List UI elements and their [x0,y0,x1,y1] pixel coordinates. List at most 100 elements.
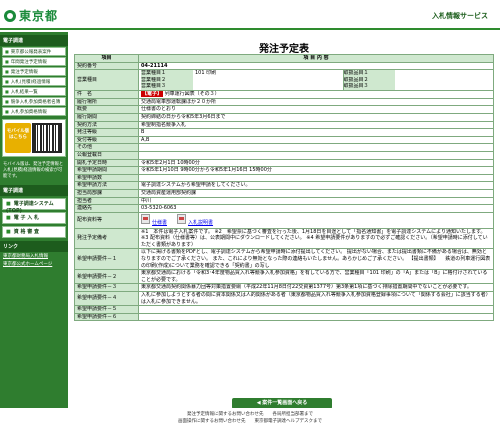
mobile-box: モバイル版 はこちら [2,119,66,157]
row-label: 希望申請要件－４ [74,291,139,307]
sidebar-item-order-plan[interactable]: 発注予定情報 [2,67,66,76]
req2-value: 東京都交通局における「令和3･4年度物品買入れ等競争入札参加資格」を有している方… [138,269,494,285]
req5-value [138,305,494,314]
biz3-label: 営業種目３ [141,83,193,90]
period-value: 契約締結の日から令和5年3月6日まで [138,112,494,122]
sidebar-section-title-2: 電子調達 [0,185,68,196]
doc-spec-link[interactable]: 仕様書 [152,220,167,226]
biz1-label: 営業種目１ [141,70,193,77]
req1-value: 以下に掲げる書類をPDFとし、電子調達システムから希望申請時に添付提出してくださ… [138,248,494,271]
row-label: 営業種目 [74,69,139,92]
row-label: その他 [74,143,139,152]
table-row: 公報登載日 [74,150,494,160]
row-label: 希望申請期間 [74,166,139,175]
table-row: 発注等級 B [74,128,494,137]
row-label: 公報登載日 [74,150,139,160]
table-row: その他 [74,143,494,152]
doc-spec[interactable]: 仕様書 [141,213,167,227]
electronic-tag: 【電子】 [141,91,164,98]
table-row: 発注予定備考 ※1 本件は電子入札案件です。 ※2 希望票に基づく審査を行った後、… [74,227,494,250]
sidebar-item-gazette[interactable]: 東京都公報発表案件 [2,47,66,56]
notice-date-value [138,150,494,160]
logo-text: 東京都 [19,9,59,23]
main-content: 発注予定表 項目 項 目 内 容 契約番号 04-21114 営業種目 営業種目… [72,32,496,440]
project-name: 列車運行図表（その３） [164,91,220,98]
table-row: 履行場所 交通局電車部運転課ほか２０か所 [74,97,494,107]
row-label: 希望申請要件－６ [74,312,139,322]
tel-value: 03-5320-6063 [138,204,494,213]
req3-value: 東京都交通局契約関係暴力団等対策措置要綱（平成22年11月8日付22交資第137… [138,283,494,293]
row-label: 配布資料等 [74,211,139,229]
link-tokyo-official[interactable]: 東京都公式ホームページ [0,260,68,268]
row-label: 履行場所 [74,97,139,107]
row-label: 概要 [74,105,139,114]
e-procurement-top-button[interactable]: 電子調達システム(TOP) [2,198,66,214]
table-row: 配布資料等 仕様書 入札説明書 [74,211,494,229]
mobile-version-button[interactable]: モバイル版 はこちら [5,123,31,153]
business-type-subtable: 営業種目１ 101 印刷 取扱品目１ 営業種目２ 取扱品目２ 営業種目３ 取扱品… [141,70,493,90]
grade1-value [395,71,493,77]
table-row: 希望申請方法 電子調達システムから希望申請をしてください。 [74,181,494,190]
biz3-value [193,83,343,89]
sidebar-item-bid-progress[interactable]: 入札(見積)経過情報 [2,77,66,86]
grade2-value [395,77,493,84]
doc-explain[interactable]: 入札説明書 [177,213,213,227]
biz2-label: 営業種目２ [141,76,193,84]
sidebar: 電子調達 東京都公報発表案件 年間発注予定情報 発注予定情報 入札(見積)経過情… [0,32,68,440]
table-row: 希望申請数 [74,173,494,183]
publish-value: 令和5年2月1日 10時00分 [138,158,494,168]
sidebar-item-annual-plan[interactable]: 年間発注予定情報 [2,57,66,66]
row-label: 契約方法 [74,120,139,130]
grade1-label: 取扱品目１ [342,70,395,77]
doc-explain-link[interactable]: 入札説明書 [188,220,213,226]
sidebar-item-qualification-info[interactable]: 入札参加資格情報 [2,107,66,116]
table-row: 履行期間 契約締結の日から令和5年3月6日まで [74,112,494,122]
biz1-value: 101 印刷 [195,70,217,77]
method-value: 希望制指名競争入札 [138,120,494,130]
contract-number: 04-21114 [138,61,494,71]
header: 東京都 入札情報サービス [0,0,500,30]
row-label: 受付等級 [74,135,139,145]
table-row: 希望申請要件－２ 東京都交通局における「令和3･4年度物品買入れ等競争入札参加資格… [74,269,494,285]
table-row: 希望申請要件－３ 東京都交通局契約関係暴力団等対策措置要綱（平成22年11月8日付… [74,283,494,293]
row-label: 件 名 [74,90,139,99]
row-label: 担当局部課 [74,188,139,198]
col-content-header: 項 目 内 容 [138,54,494,63]
table-row: 希望申請期間 令和5年1月10日 9時00分から令和5年1月16日 15時00分 [74,166,494,175]
req4-value: 入札に参加しようとする者の間に資本関係又は人的関係がある者（東京都物品買入れ等競… [138,291,494,307]
row-label: 履行期間 [74,112,139,122]
qualification-button[interactable]: 資 格 審 査 [2,226,66,238]
table-row: 件 名 【電子】 列車運行図表（その３） [74,90,494,99]
link-finance-bureau[interactable]: 東京都財務局入札情報 [0,252,68,260]
order-plan-table: 項目 項 目 内 容 契約番号 04-21114 営業種目 営業種目１ 101 … [74,54,494,322]
place-value: 交通局電車部運転課ほか２０か所 [138,97,494,107]
table-header-row: 項目 項 目 内 容 [74,54,494,63]
row-label: 希望申請要件－５ [74,305,139,314]
table-row: 概要 仕様書のとおり [74,105,494,114]
tokyo-emblem-icon [4,9,16,22]
page-title: 発注予定表 [259,44,309,55]
recv-rank-value: A,B [138,135,494,145]
pdf-file-icon [177,213,187,224]
sidebar-item-qualified-list[interactable]: 競争入札参加資格者名簿 [2,97,66,106]
table-row: 希望申請要件－４ 入札に参加しようとする者の間に資本関係又は人的関係がある者（東京… [74,291,494,307]
apply-period-value: 令和5年1月10日 9時00分から令和5年1月16日 15時00分 [138,166,494,175]
row-label: 契約番号 [74,61,139,71]
row-label: 希望申請要件－１ [74,248,139,271]
table-row: 希望申請要件－５ [74,305,494,314]
grade3-label: 取扱品目３ [342,83,395,90]
row-label: 発注予定備考 [74,227,139,250]
table-row: 希望申請要件－６ [74,312,494,322]
summary-value: 仕様書のとおり [138,105,494,114]
row-label: 希望申請要件－３ [74,283,139,293]
table-row: 担当者 中川 [74,196,494,206]
footer-contact-2: 画面操作に関するお問い合わせ先 東京都電子調達ヘルプデスクまで [178,419,322,424]
tokyo-logo[interactable]: 東京都 [4,7,58,24]
sidebar-item-bid-results[interactable]: 入札結果一覧 [2,87,66,96]
service-title: 入札情報サービス [432,12,488,20]
grade2-label: 取扱品目２ [342,76,395,84]
table-row: 契約番号 04-21114 [74,61,494,71]
sidebar-section-title-links: リンク [0,241,68,252]
table-row: 営業種目 営業種目１ 101 印刷 取扱品目１ 営業種目２ 取扱品目２ 営業種目… [74,69,494,92]
table-row: 担当局部課 交通局資産運用部契約課 [74,188,494,198]
